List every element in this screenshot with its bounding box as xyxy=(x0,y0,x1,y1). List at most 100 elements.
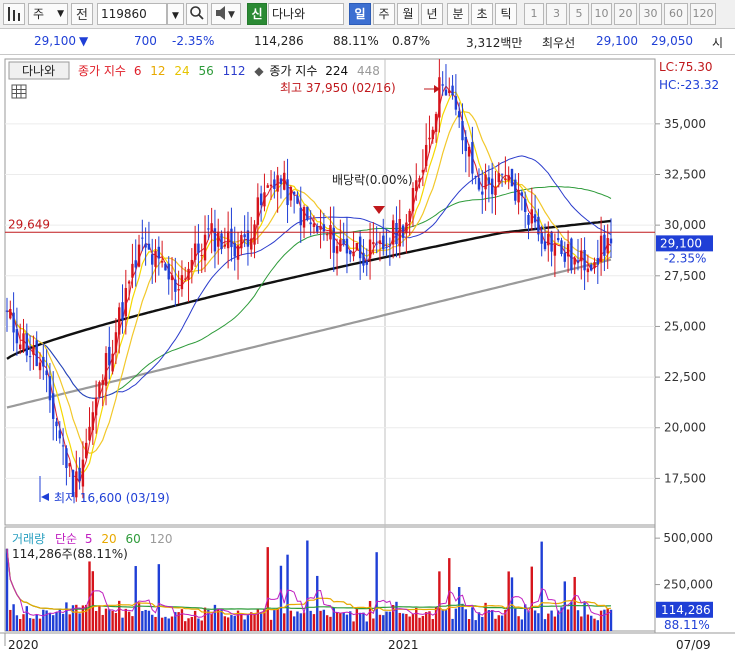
sound-button[interactable]: ▼ xyxy=(211,3,241,25)
period-button[interactable]: 분 xyxy=(447,3,469,25)
volume-bar xyxy=(543,619,547,631)
candle-body xyxy=(395,223,398,245)
volume-bar xyxy=(576,610,580,631)
volume-bar xyxy=(296,611,299,631)
candle-body xyxy=(25,333,29,356)
interval-button[interactable]: 5 xyxy=(569,3,589,25)
volume-bar xyxy=(114,613,118,631)
turnover-percent: 0.87% xyxy=(392,34,431,48)
stock-name-field[interactable]: 다나와 xyxy=(268,3,344,25)
chart-type-icon[interactable] xyxy=(3,3,25,25)
volume-bar xyxy=(339,613,342,631)
legend-ma112: 112 xyxy=(223,64,246,78)
candle-body xyxy=(438,77,441,118)
code-dropdown-button[interactable]: ▼ xyxy=(167,3,184,25)
candle-body xyxy=(48,376,52,401)
candle-body xyxy=(226,231,230,249)
candle-body xyxy=(560,240,563,255)
volume-value: 114,286 xyxy=(254,34,304,48)
volume-bar xyxy=(184,621,187,631)
candle-body xyxy=(276,175,279,192)
candle-body xyxy=(431,129,434,140)
candle-body xyxy=(131,263,134,278)
volume-bar xyxy=(19,618,22,631)
candle-body xyxy=(388,244,392,246)
period-button[interactable]: 초 xyxy=(471,3,493,25)
candle-body xyxy=(316,226,319,232)
volume-bar xyxy=(32,618,35,631)
volume-bar xyxy=(48,612,52,631)
interval-button[interactable]: 10 xyxy=(591,3,612,25)
history-icon[interactable]: 전 xyxy=(71,3,93,25)
y-tick-label: 30,000 xyxy=(664,218,706,232)
interval-button[interactable]: 30 xyxy=(639,3,662,25)
candle-body xyxy=(286,179,289,206)
volume-bar xyxy=(134,566,137,631)
candle-body xyxy=(368,239,372,259)
volume-bar xyxy=(401,613,405,631)
candle-body xyxy=(461,120,464,141)
svg-text:전: 전 xyxy=(76,8,88,23)
volume-bar xyxy=(418,617,421,631)
candle-body xyxy=(593,262,596,269)
interval-button[interactable]: 1 xyxy=(524,3,544,25)
period-button[interactable]: 년 xyxy=(421,3,443,25)
volume-bar xyxy=(276,608,279,631)
volume-bar xyxy=(180,609,184,631)
volume-ma120: 120 xyxy=(150,532,173,546)
period-button[interactable]: 월 xyxy=(397,3,419,25)
period-button[interactable]: 일 xyxy=(349,3,371,25)
volume-bar xyxy=(157,564,161,631)
candle-body xyxy=(533,214,537,223)
volume-ratio: 88.11% xyxy=(333,34,379,48)
volume-bar xyxy=(269,619,273,631)
volume-bar xyxy=(151,614,154,631)
candle-body xyxy=(345,238,349,254)
x-label-2021: 2021 xyxy=(388,638,419,652)
candle-body xyxy=(576,260,580,263)
stock-code-input[interactable]: 119860 xyxy=(97,3,167,25)
market-select[interactable]: 주 ▼ xyxy=(28,3,68,25)
interval-button[interactable]: 120 xyxy=(690,3,716,25)
volume-bar xyxy=(246,615,250,631)
candle-body xyxy=(127,281,131,284)
candle-body xyxy=(507,175,510,181)
interval-button[interactable]: 3 xyxy=(546,3,567,25)
candle-body xyxy=(217,231,220,247)
volume-bar xyxy=(131,616,134,631)
candle-body xyxy=(497,173,500,183)
legend-ma24: 24 xyxy=(174,64,189,78)
period-button[interactable]: 틱 xyxy=(495,3,517,25)
candle-body xyxy=(385,247,388,249)
candle-body xyxy=(45,370,48,376)
search-button[interactable] xyxy=(186,3,208,25)
volume-tick-label: 500,000 xyxy=(663,531,713,545)
candle-body xyxy=(114,332,118,353)
grid-toggle-icon[interactable] xyxy=(11,84,27,99)
volume-bar xyxy=(325,615,329,631)
price-change: 700 xyxy=(134,34,157,48)
legend-close-label: 종가 지수 xyxy=(78,64,126,78)
candle-body xyxy=(580,250,583,262)
volume-bar xyxy=(28,618,32,631)
candle-body xyxy=(355,243,359,250)
volume-bar xyxy=(167,618,170,631)
candle-body xyxy=(441,84,444,86)
volume-bar xyxy=(431,619,434,631)
volume-bar xyxy=(550,610,553,631)
period-button[interactable]: 주 xyxy=(373,3,395,25)
y-tick-label: 35,000 xyxy=(664,117,706,131)
interval-button[interactable]: 60 xyxy=(664,3,688,25)
volume-bar xyxy=(424,612,428,631)
search-icon xyxy=(190,6,204,20)
candle-body xyxy=(382,235,385,250)
volume-bar xyxy=(22,614,25,631)
legend-ma56: 56 xyxy=(199,64,214,78)
candle-body xyxy=(98,382,101,398)
candle-body xyxy=(279,178,283,185)
interval-button[interactable]: 20 xyxy=(614,3,637,25)
candle-body xyxy=(52,393,55,419)
current-volume-ratio-label: 88.11% xyxy=(664,618,710,632)
stock-chart[interactable]: 29,649 다나와 종가 지수 6 12 24 56 112 ◆ 종가 지수 … xyxy=(0,56,735,654)
volume-bar xyxy=(233,615,236,631)
